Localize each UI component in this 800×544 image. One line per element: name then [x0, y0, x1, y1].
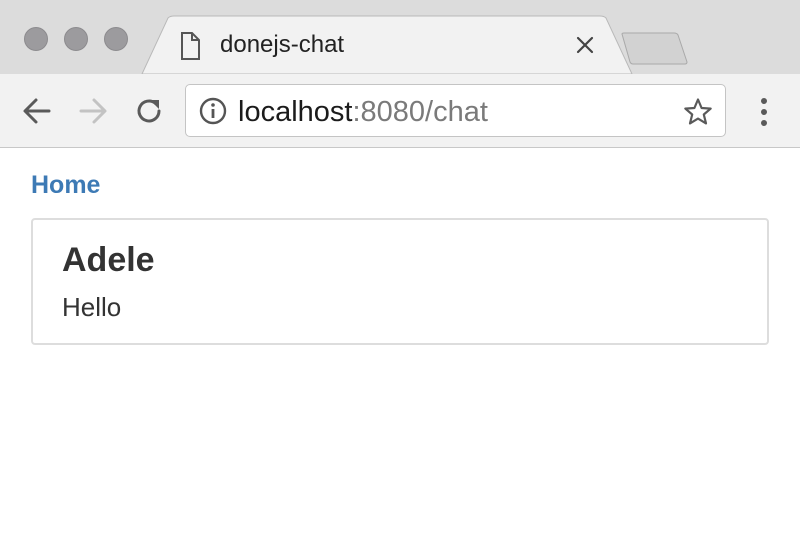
- url-path: :8080/chat: [352, 96, 488, 128]
- tab-title: donejs-chat: [220, 31, 345, 58]
- vertical-dots-icon[interactable]: [754, 96, 774, 128]
- arrow-left-icon[interactable]: [20, 94, 54, 128]
- url-text[interactable]: localhost:8080/chat: [238, 96, 488, 128]
- browser-toolbar: localhost:8080/chat: [0, 74, 800, 148]
- arrow-right-icon[interactable]: [76, 94, 110, 128]
- message-author: Adele: [62, 241, 155, 279]
- message-card: Adele Hello: [31, 218, 769, 345]
- new-tab-button[interactable]: [619, 32, 689, 71]
- browser-titlebar: donejs-chat: [0, 0, 800, 74]
- address-bar[interactable]: localhost:8080/chat: [185, 84, 726, 137]
- home-link[interactable]: Home: [31, 170, 100, 200]
- star-icon[interactable]: [683, 97, 713, 132]
- close-icon[interactable]: [576, 36, 594, 59]
- page-content: Home Adele Hello: [0, 149, 800, 544]
- info-icon[interactable]: [199, 97, 227, 130]
- url-host: localhost: [238, 96, 353, 128]
- message-text: Hello: [62, 292, 122, 322]
- reload-icon[interactable]: [132, 94, 166, 128]
- file-icon: [180, 32, 200, 65]
